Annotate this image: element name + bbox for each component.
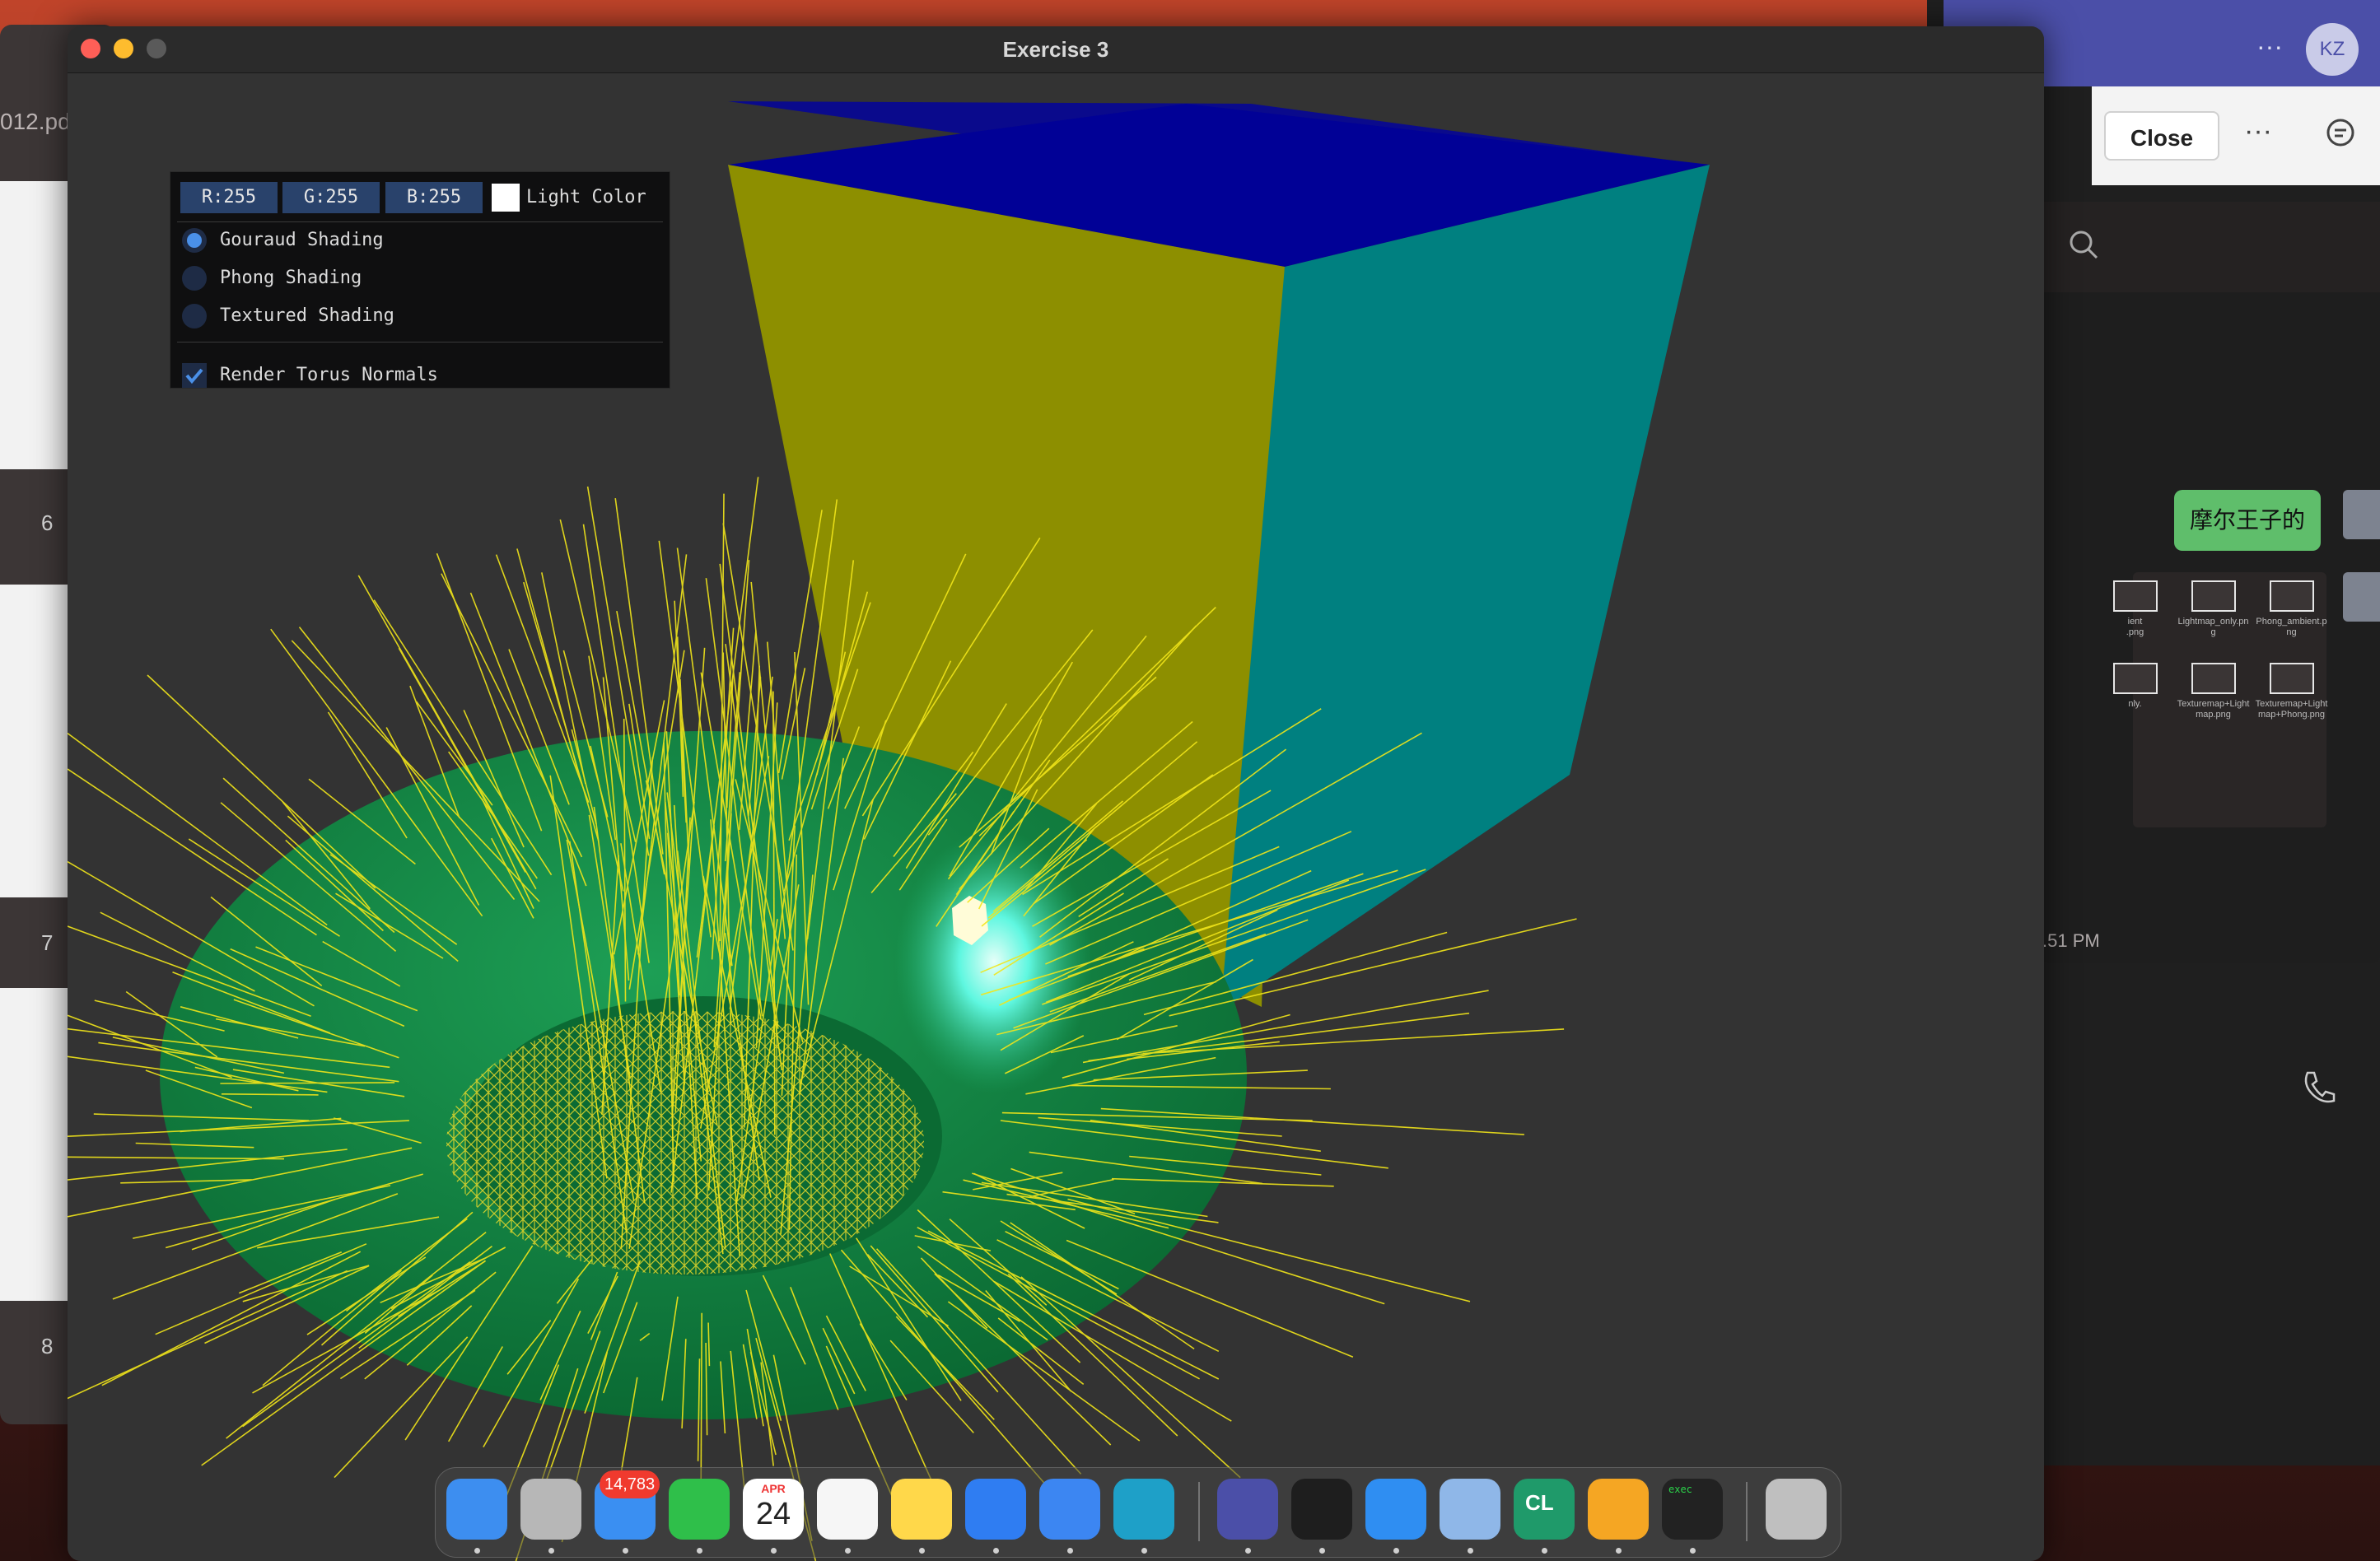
render-normals-checkbox[interactable]: [182, 363, 207, 388]
pdf-page-number: 8: [41, 1334, 54, 1358]
running-indicator: [1141, 1548, 1147, 1554]
mail-badge: 14,783: [600, 1470, 660, 1498]
search-icon[interactable]: [2065, 226, 2103, 264]
close-button[interactable]: Close: [2104, 111, 2219, 161]
file-name: ient .png: [2126, 617, 2144, 637]
file-item[interactable]: Phong_ambient.p ng: [2252, 580, 2331, 638]
pdf-page-thumbnail[interactable]: [0, 181, 68, 469]
file-name: Texturemap+Light map+Phong.png: [2255, 699, 2328, 720]
divider: [177, 221, 663, 222]
calendar-month: APR: [761, 1482, 786, 1495]
file-thumbnail-icon: [2191, 663, 2236, 694]
pdf-page-thumbnail[interactable]: [0, 988, 68, 1301]
message-timestamp: .51 PM: [2042, 930, 2100, 951]
red-value-field[interactable]: R:255: [180, 182, 278, 213]
torus-wireframe: [446, 1011, 924, 1274]
dock-separator: [1746, 1482, 1748, 1541]
wechat-icon[interactable]: [669, 1479, 730, 1540]
running-indicator: [1690, 1548, 1696, 1554]
teams-icon[interactable]: [1217, 1479, 1278, 1540]
shading-option-label: Textured Shading: [220, 305, 394, 326]
file-item[interactable]: Lightmap_only.pn g: [2174, 580, 2252, 638]
xcode-icon[interactable]: [1039, 1479, 1100, 1540]
running-indicator: [993, 1548, 999, 1554]
file-item[interactable]: nly.: [2096, 663, 2174, 710]
running-indicator: [1542, 1548, 1547, 1554]
file-thumbnail-icon: [2112, 663, 2158, 694]
running-indicator: [845, 1548, 851, 1554]
file-thumbnail-icon: [2269, 663, 2314, 694]
running-indicator: [548, 1548, 554, 1554]
checkmark-icon: [185, 368, 203, 384]
terminal-icon[interactable]: [1291, 1479, 1352, 1540]
file-item[interactable]: Texturemap+Light map.png: [2174, 663, 2252, 720]
green-value-field[interactable]: G:255: [282, 182, 380, 213]
shading-option-label: Phong Shading: [220, 268, 362, 288]
file-item[interactable]: Texturemap+Light map+Phong.png: [2252, 663, 2331, 720]
running-indicator: [697, 1548, 702, 1554]
cube-right-face: [1220, 165, 1710, 1011]
dock-separator: [1198, 1482, 1200, 1541]
running-indicator: [474, 1548, 480, 1554]
trash-icon[interactable]: [1766, 1479, 1827, 1540]
exercise-window[interactable]: Exercise 3 R:255 G:255 B:255 Light Color…: [68, 26, 2044, 1561]
contact-avatar[interactable]: [2343, 572, 2380, 622]
calendar-icon[interactable]: APR 24: [743, 1479, 804, 1540]
clion-icon[interactable]: CL: [1514, 1479, 1575, 1540]
file-name: Lightmap_only.pn g: [2177, 617, 2249, 637]
imgui-control-panel: R:255 G:255 B:255 Light Color Gouraud Sh…: [170, 171, 670, 389]
user-avatar[interactable]: KZ: [2306, 23, 2359, 76]
calendar-day: 24: [755, 1497, 791, 1531]
file-item[interactable]: ient .png: [2096, 580, 2174, 638]
pdf-page-number: 7: [41, 930, 54, 955]
running-indicator: [1393, 1548, 1399, 1554]
finder-icon[interactable]: [446, 1479, 507, 1540]
textured-radio[interactable]: [182, 304, 207, 329]
phone-icon[interactable]: [2298, 1066, 2339, 1107]
notes-icon[interactable]: [891, 1479, 952, 1540]
pdf-page-number: 6: [41, 510, 54, 535]
launchpad-icon[interactable]: [520, 1479, 581, 1540]
gouraud-radio[interactable]: [182, 228, 207, 253]
chat-message-bubble[interactable]: 摩尔王子的: [2174, 490, 2321, 551]
running-indicator: [1468, 1548, 1473, 1554]
file-attachments-card[interactable]: ient .png Lightmap_only.pn g Phong_ambie…: [2112, 572, 2327, 827]
file-name: nly.: [2128, 699, 2142, 709]
running-indicator: [1245, 1548, 1251, 1554]
running-indicator: [771, 1548, 777, 1554]
running-indicator: [919, 1548, 925, 1554]
pdf-page-thumbnail[interactable]: [0, 585, 68, 897]
pdf-window-title: 012.pd: [0, 109, 71, 134]
clion-label: CL: [1525, 1490, 1554, 1515]
pages-icon[interactable]: [1588, 1479, 1649, 1540]
file-thumbnail-icon: [2191, 580, 2236, 612]
file-thumbnail-icon: [2112, 580, 2158, 612]
contact-avatar[interactable]: [2343, 490, 2380, 539]
running-indicator: [1319, 1548, 1325, 1554]
running-indicator: [1067, 1548, 1073, 1554]
render-normals-label: Render Torus Normals: [220, 365, 438, 385]
light-color-label: Light Color: [526, 187, 646, 207]
edge-icon[interactable]: [1113, 1479, 1174, 1540]
shading-option-label: Gouraud Shading: [220, 230, 384, 250]
exec-icon[interactable]: exec: [1662, 1479, 1723, 1540]
chat-bubble-icon[interactable]: [2322, 115, 2359, 151]
preview-icon[interactable]: [1440, 1479, 1500, 1540]
toolbar-more-icon[interactable]: ···: [2244, 115, 2272, 147]
file-name: Phong_ambient.p ng: [2256, 617, 2327, 637]
window-title: Exercise 3: [1002, 37, 1109, 62]
keynote-icon[interactable]: [965, 1479, 1026, 1540]
teams-more-icon[interactable]: ···: [2256, 31, 2283, 62]
phong-radio[interactable]: [182, 266, 207, 291]
file-name: Texturemap+Light map.png: [2177, 699, 2250, 720]
reminders-icon[interactable]: [817, 1479, 878, 1540]
blue-value-field[interactable]: B:255: [385, 182, 483, 213]
running-indicator: [623, 1548, 628, 1554]
exec-label: exec: [1668, 1484, 1692, 1495]
running-indicator: [1616, 1548, 1622, 1554]
file-thumbnail-icon: [2269, 580, 2314, 612]
safari-icon[interactable]: [1365, 1479, 1426, 1540]
light-color-swatch[interactable]: [492, 184, 520, 212]
